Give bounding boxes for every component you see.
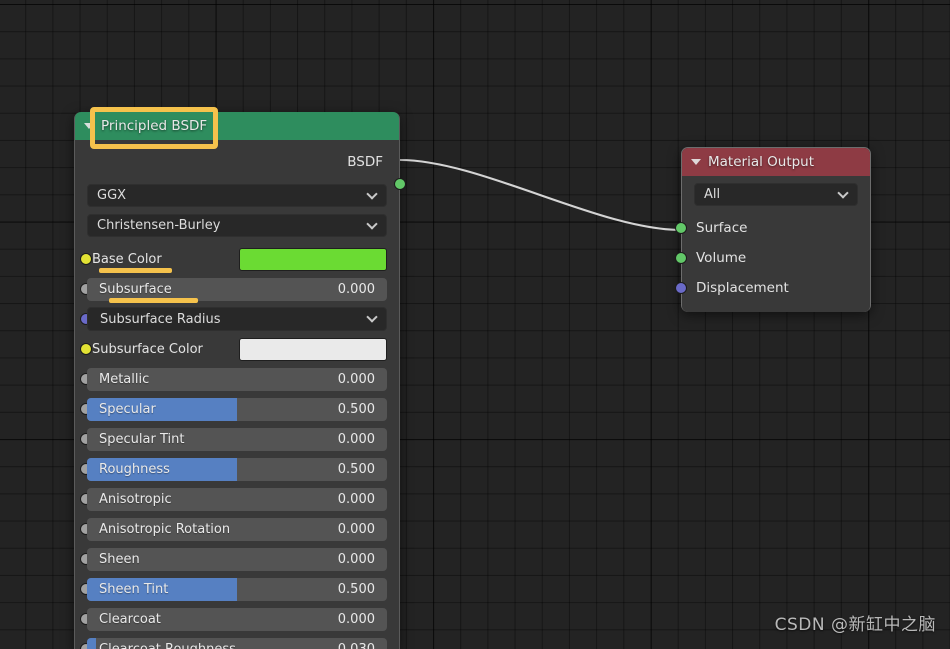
- slider-roughness[interactable]: Roughness 0.500: [87, 457, 387, 481]
- slider-value: 0.000: [337, 521, 375, 537]
- prop-subsurface-color[interactable]: Subsurface Color: [80, 334, 387, 364]
- prop-clearcoat[interactable]: Clearcoat 0.000: [80, 604, 387, 634]
- slider-sheen-tint[interactable]: Sheen Tint 0.500: [87, 577, 387, 601]
- slider-value: 0.500: [337, 581, 375, 597]
- dropdown-subsurface-method[interactable]: Christensen-Burley: [87, 214, 387, 237]
- node-principled-bsdf[interactable]: Principled BSDF BSDF GGX Christensen-Bur…: [74, 112, 406, 649]
- prop-subsurface[interactable]: Subsurface 0.000: [80, 274, 387, 304]
- dropdown-distribution-value: GGX: [97, 188, 127, 203]
- slider-value: 0.500: [337, 461, 375, 477]
- node-header-principled-bsdf[interactable]: Principled BSDF: [75, 112, 399, 140]
- socket-displacement[interactable]: [675, 282, 687, 294]
- slider-label: Anisotropic: [99, 491, 172, 507]
- slider-value: 0.000: [337, 431, 375, 447]
- output-socket-label: BSDF: [347, 154, 383, 170]
- input-row-volume: Volume: [675, 243, 870, 273]
- socket-volume[interactable]: [675, 252, 687, 264]
- input-row-displacement: Displacement: [675, 273, 870, 303]
- node-material-output[interactable]: Material Output All Surface Volume Displ…: [675, 147, 871, 312]
- chevron-down-icon: [366, 311, 378, 323]
- slider-label: Sheen: [99, 551, 140, 567]
- slider-value: 0.000: [337, 611, 375, 627]
- slider-sheen[interactable]: Sheen 0.000: [87, 547, 387, 571]
- slider-label: Anisotropic Rotation: [99, 521, 231, 537]
- prop-subsurface-radius[interactable]: Subsurface Radius: [80, 304, 387, 334]
- prop-label: Base Color: [92, 251, 162, 267]
- slider-anisotropic-rotation[interactable]: Anisotropic Rotation 0.000: [87, 517, 387, 541]
- slider-value: 0.000: [337, 281, 375, 297]
- slider-value: 0.000: [337, 551, 375, 567]
- slider-label: Specular Tint: [99, 431, 185, 447]
- input-socket-label: Displacement: [696, 280, 789, 296]
- slider-metallic[interactable]: Metallic 0.000: [87, 367, 387, 391]
- prop-label: Subsurface Color: [92, 341, 203, 357]
- chevron-down-icon: [366, 188, 378, 200]
- slider-anisotropic[interactable]: Anisotropic 0.000: [87, 487, 387, 511]
- slider-label: Subsurface: [99, 281, 172, 297]
- input-socket-label: Surface: [696, 220, 748, 236]
- color-swatch-base-color[interactable]: [239, 247, 387, 271]
- dropdown-render-target[interactable]: All: [694, 183, 858, 206]
- collapse-triangle-icon[interactable]: [691, 159, 701, 165]
- slider-label: Specular: [99, 401, 156, 417]
- slider-label: Clearcoat: [99, 611, 161, 627]
- annotation-underline-subsurface: [109, 298, 198, 303]
- dropdown-render-target-value: All: [704, 187, 721, 202]
- prop-sheen-tint[interactable]: Sheen Tint 0.500: [80, 574, 387, 604]
- input-row-surface: Surface: [675, 213, 870, 243]
- prop-specular[interactable]: Specular 0.500: [80, 394, 387, 424]
- watermark: CSDN @新缸中之脑: [774, 615, 936, 635]
- annotation-underline-base-color: [99, 268, 172, 273]
- prop-clearcoat-roughness[interactable]: Clearcoat Roughness 0.030: [80, 634, 387, 649]
- slider-label: Sheen Tint: [99, 581, 169, 597]
- node-body-principled-bsdf: BSDF GGX Christensen-Burley Base Color S…: [75, 140, 406, 649]
- socket-surface[interactable]: [675, 222, 687, 234]
- slider-clearcoat-roughness[interactable]: Clearcoat Roughness 0.030: [87, 637, 387, 649]
- slider-specular[interactable]: Specular 0.500: [87, 397, 387, 421]
- node-body-material-output: All Surface Volume Displacement: [675, 176, 870, 312]
- prop-roughness[interactable]: Roughness 0.500: [80, 454, 387, 484]
- prop-specular-tint[interactable]: Specular Tint 0.000: [80, 424, 387, 454]
- slider-label: Clearcoat Roughness: [99, 641, 236, 649]
- prop-metallic[interactable]: Metallic 0.000: [80, 364, 387, 394]
- output-row-bsdf: BSDF: [75, 140, 406, 190]
- slider-value: 0.000: [337, 371, 375, 387]
- slider-clearcoat[interactable]: Clearcoat 0.000: [87, 607, 387, 631]
- socket-bsdf-output[interactable]: [394, 178, 406, 190]
- prop-anisotropic[interactable]: Anisotropic 0.000: [80, 484, 387, 514]
- slider-specular-tint[interactable]: Specular Tint 0.000: [87, 427, 387, 451]
- slider-value: 0.500: [337, 401, 375, 417]
- chevron-down-icon: [837, 187, 849, 199]
- chevron-down-icon: [366, 218, 378, 230]
- slider-label: Metallic: [99, 371, 150, 387]
- prop-sheen[interactable]: Sheen 0.000: [80, 544, 387, 574]
- slider-label: Roughness: [99, 461, 170, 477]
- color-swatch-subsurface-color[interactable]: [239, 337, 387, 361]
- node-header-material-output[interactable]: Material Output: [682, 148, 870, 176]
- dropdown-distribution[interactable]: GGX: [87, 184, 387, 207]
- node-title: Principled BSDF: [101, 118, 208, 134]
- dropdown-subsurface-method-value: Christensen-Burley: [97, 218, 221, 233]
- collapse-triangle-icon[interactable]: [84, 123, 94, 129]
- prop-anisotropic-rotation[interactable]: Anisotropic Rotation 0.000: [80, 514, 387, 544]
- prop-base-color[interactable]: Base Color: [80, 244, 387, 274]
- slider-value: 0.000: [337, 491, 375, 507]
- node-title: Material Output: [708, 154, 815, 170]
- combo-label: Subsurface Radius: [100, 311, 221, 327]
- slider-value: 0.030: [337, 641, 375, 649]
- combo-subsurface-radius[interactable]: Subsurface Radius: [87, 307, 387, 331]
- input-socket-label: Volume: [696, 250, 747, 266]
